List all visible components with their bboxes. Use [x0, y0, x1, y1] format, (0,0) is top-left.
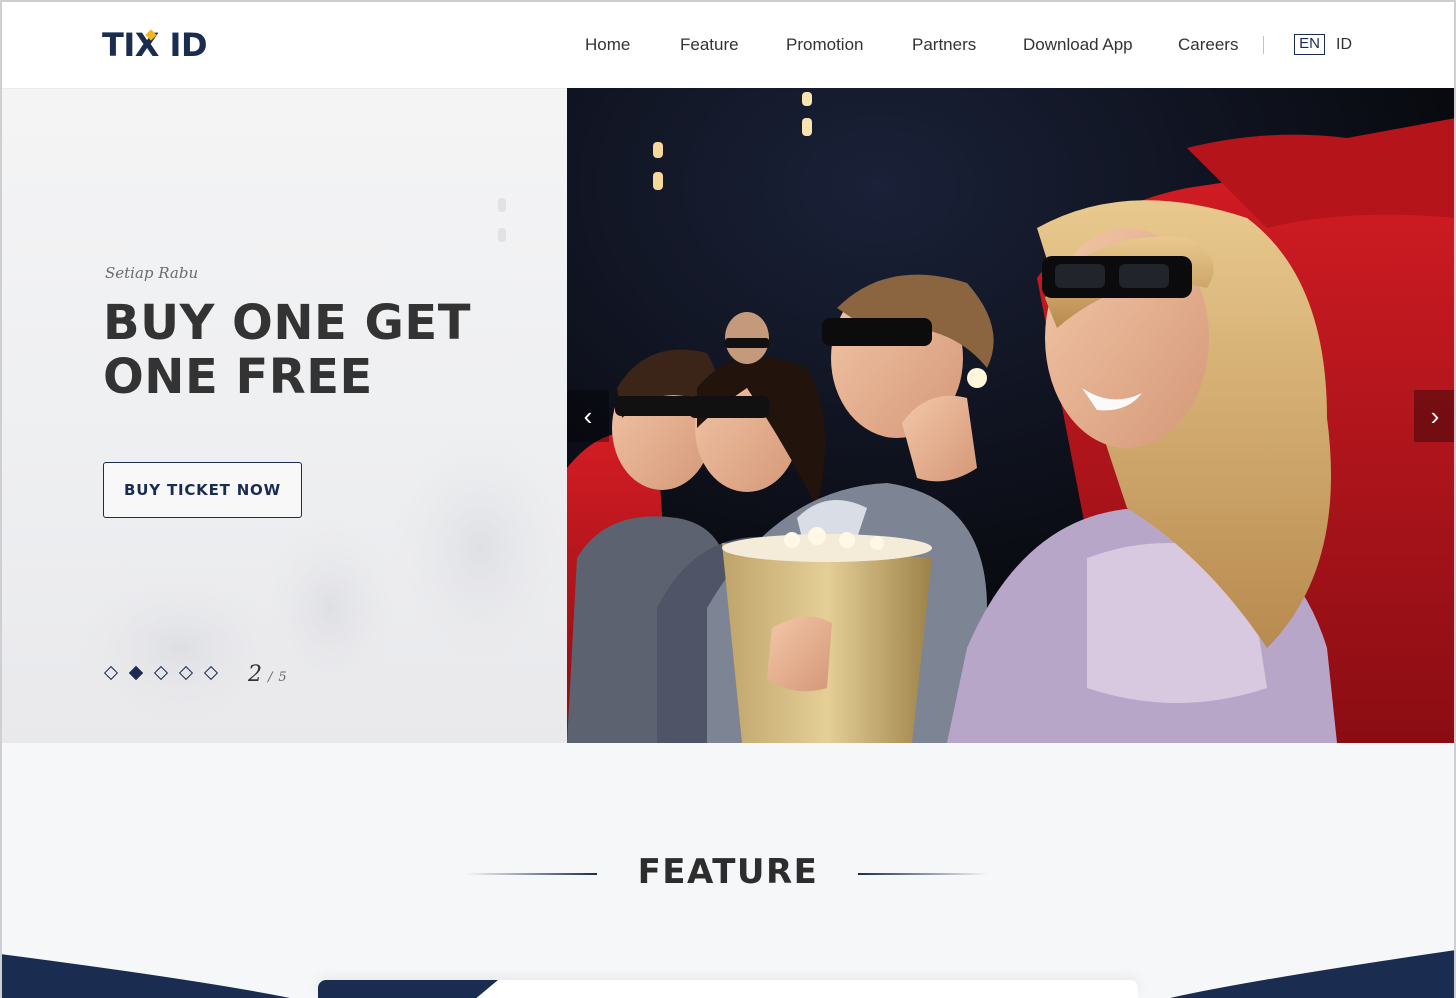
feature-card — [318, 980, 1138, 998]
hero-headline: BUY ONE GET ONE FREE — [103, 296, 523, 404]
hero-text-panel: Setiap Rabu BUY ONE GET ONE FREE BUY TIC… — [0, 88, 567, 743]
slide-current-number: 2 — [248, 662, 262, 687]
slide-counter: 2 / 5 — [248, 662, 287, 687]
chevron-right-icon: › — [1430, 400, 1440, 431]
hero-image-panel: ‹ › — [567, 88, 1456, 743]
nav-divider — [1263, 36, 1264, 54]
feature-section-title: FEATURE — [637, 852, 819, 892]
language-en-button[interactable]: EN — [1294, 34, 1325, 55]
buy-ticket-now-button[interactable]: BUY TICKET NOW — [103, 462, 302, 518]
nav-item-feature[interactable]: Feature — [680, 33, 739, 57]
nav-item-partners[interactable]: Partners — [912, 33, 976, 57]
nav-item-promotion[interactable]: Promotion — [786, 33, 863, 57]
site-header: TIX ID Home Feature Promotion Partners D… — [0, 0, 1456, 88]
hero-eyebrow: Setiap Rabu — [105, 264, 199, 282]
hero-faded-background — [70, 198, 567, 728]
carousel-next-button[interactable]: › — [1414, 390, 1456, 442]
language-id-button[interactable]: ID — [1336, 34, 1352, 55]
carousel-prev-button[interactable]: ‹ — [567, 390, 609, 442]
hero-headline-line-1: BUY ONE GET — [103, 295, 471, 351]
feature-title-rule-right — [858, 873, 988, 875]
hero-headline-line-2: ONE FREE — [103, 349, 373, 405]
chevron-left-icon: ‹ — [583, 400, 593, 431]
nav-item-careers[interactable]: Careers — [1178, 33, 1238, 57]
feature-card-header-band — [318, 980, 498, 998]
tix-id-logo[interactable]: TIX ID — [102, 26, 208, 64]
slide-total-number: 5 — [278, 670, 287, 685]
slide-counter-separator: / — [268, 670, 273, 685]
nav-item-home[interactable]: Home — [585, 33, 630, 57]
nav-item-download-app[interactable]: Download App — [1023, 33, 1133, 57]
logo-text: TIX ID — [102, 26, 208, 64]
cinema-audience-photo — [567, 88, 1456, 743]
